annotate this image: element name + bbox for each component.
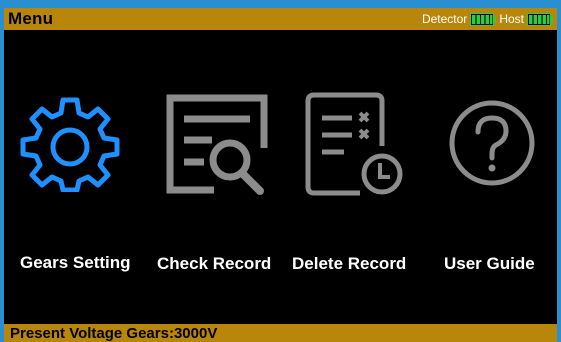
menu-item-delete-record[interactable]: Delete Record — [284, 30, 429, 322]
check-record-label: Check Record — [157, 254, 272, 273]
gear-icon — [20, 97, 120, 192]
title-bar: Menu Detector Host — [4, 8, 557, 30]
battery-status: Detector Host — [422, 12, 553, 26]
host-battery-icon — [527, 12, 553, 26]
host-label: Host — [499, 12, 524, 26]
main-frame: Menu Detector Host Gears Setting Check R… — [4, 8, 557, 342]
delete-record-label: Delete Record — [292, 254, 407, 273]
help-icon — [449, 100, 535, 186]
status-footer: Present Voltage Gears:3000V — [4, 324, 557, 342]
page-title: Menu — [8, 9, 54, 28]
menu-item-user-guide[interactable]: User Guide — [429, 30, 557, 322]
menu-item-check-record[interactable]: Check Record — [149, 30, 284, 322]
user-guide-label: User Guide — [444, 254, 535, 273]
menu-item-gears-setting[interactable]: Gears Setting — [4, 30, 149, 322]
menu-grid: Gears Setting Check Record Delete Record… — [4, 30, 557, 322]
delete-record-icon — [305, 92, 403, 196]
detector-battery-icon — [470, 12, 497, 26]
check-record-icon — [166, 94, 268, 195]
voltage-status: Present Voltage Gears:3000V — [10, 324, 218, 342]
gears-setting-label: Gears Setting — [20, 253, 131, 272]
detector-label: Detector — [421, 12, 468, 26]
